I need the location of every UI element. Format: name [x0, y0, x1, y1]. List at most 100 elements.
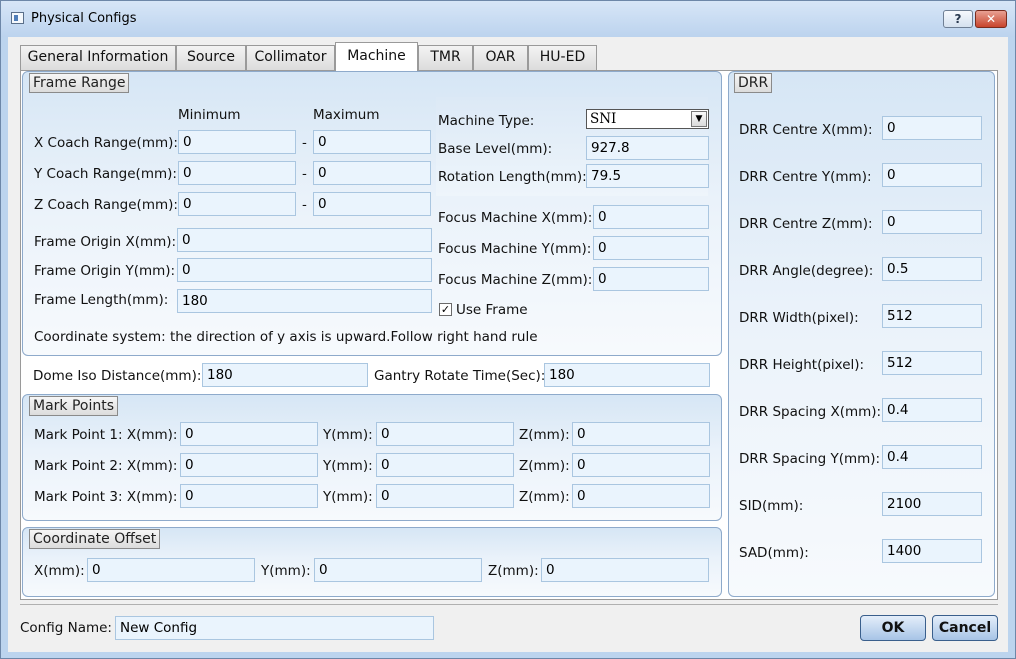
mark-point-3-z-input[interactable]: 0	[572, 484, 710, 508]
machine-type-value: SNI	[590, 111, 617, 127]
footer-divider	[20, 604, 998, 605]
drr-height-label: DRR Height(pixel):	[739, 357, 865, 373]
drr-centre-y-label: DRR Centre Y(mm):	[739, 169, 872, 185]
frame-range-panel: Frame Range Minimum Maximum X Coach Rang…	[22, 71, 722, 356]
tab-machine[interactable]: Machine	[335, 42, 418, 71]
sad-label: SAD(mm):	[739, 545, 809, 561]
x-coach-min-input[interactable]: 0	[178, 130, 296, 154]
offset-y-input[interactable]: 0	[314, 558, 482, 582]
mark-point-1-z-input[interactable]: 0	[572, 422, 710, 446]
mark-point-2-label: Mark Point 2: X(mm):	[34, 458, 178, 474]
drr-centre-z-input[interactable]: 0	[882, 210, 982, 234]
sid-input[interactable]: 2100	[882, 492, 982, 516]
frame-origin-x-input[interactable]: 0	[177, 228, 432, 252]
sad-input[interactable]: 1400	[882, 539, 982, 563]
rotation-length-input[interactable]: 79.5	[586, 164, 709, 188]
close-button[interactable]: ✕	[975, 10, 1007, 28]
mark-point-1-label: Mark Point 1: X(mm):	[34, 427, 178, 443]
chevron-down-icon[interactable]: ▼	[691, 111, 707, 127]
base-level-label: Base Level(mm):	[438, 141, 553, 157]
mark-points-title: Mark Points	[29, 396, 119, 416]
cancel-button[interactable]: Cancel	[932, 615, 998, 641]
base-level-input[interactable]: 927.8	[586, 136, 709, 160]
mark-point-1-y-input[interactable]: 0	[376, 422, 514, 446]
use-frame-checkbox[interactable]: ✓	[439, 303, 452, 316]
dome-iso-distance-label: Dome Iso Distance(mm):	[33, 368, 202, 384]
drr-centre-z-label: DRR Centre Z(mm):	[739, 216, 873, 232]
y-coach-min-input[interactable]: 0	[178, 161, 296, 185]
help-button[interactable]: ?	[943, 10, 973, 28]
mark-point-3-y-label: Y(mm):	[323, 489, 373, 505]
title-bar[interactable]: Physical Configs ? ✕	[1, 1, 1015, 37]
rotation-length-label: Rotation Length(mm):	[438, 169, 587, 185]
drr-spacing-y-input[interactable]: 0.4	[882, 445, 982, 469]
mark-point-1-z-label: Z(mm):	[519, 427, 570, 443]
offset-x-input[interactable]: 0	[87, 558, 255, 582]
focus-machine-y-label: Focus Machine Y(mm):	[438, 241, 592, 257]
frame-length-input[interactable]: 180	[177, 289, 432, 313]
tab-collimator[interactable]: Collimator	[246, 45, 335, 70]
z-coach-min-input[interactable]: 0	[178, 192, 296, 216]
drr-centre-x-label: DRR Centre X(mm):	[739, 122, 873, 138]
drr-spacing-y-label: DRR Spacing Y(mm):	[739, 451, 881, 467]
range-dash: -	[302, 166, 307, 182]
y-coach-max-input[interactable]: 0	[313, 161, 431, 185]
mark-point-1-x-input[interactable]: 0	[180, 422, 318, 446]
window-title: Physical Configs	[31, 11, 137, 26]
offset-x-label: X(mm):	[34, 563, 85, 579]
gantry-rotate-time-input[interactable]: 180	[544, 363, 710, 387]
mark-point-3-x-input[interactable]: 0	[180, 484, 318, 508]
mark-point-2-y-input[interactable]: 0	[376, 453, 514, 477]
frame-origin-y-label: Frame Origin Y(mm):	[34, 263, 176, 279]
drr-centre-x-input[interactable]: 0	[882, 116, 982, 140]
ok-button[interactable]: OK	[860, 615, 926, 641]
x-coach-max-input[interactable]: 0	[313, 130, 431, 154]
gantry-rotate-time-label: Gantry Rotate Time(Sec):	[374, 368, 546, 384]
z-coach-max-input[interactable]: 0	[313, 192, 431, 216]
physical-configs-window: Physical Configs ? ✕ General Information…	[0, 0, 1016, 659]
mark-point-3-y-input[interactable]: 0	[376, 484, 514, 508]
focus-machine-x-label: Focus Machine X(mm):	[438, 210, 593, 226]
offset-z-label: Z(mm):	[488, 563, 539, 579]
drr-angle-label: DRR Angle(degree):	[739, 263, 874, 279]
focus-machine-y-input[interactable]: 0	[593, 236, 709, 260]
tab-oar[interactable]: OAR	[473, 45, 528, 70]
drr-spacing-x-input[interactable]: 0.4	[882, 398, 982, 422]
offset-z-input[interactable]: 0	[541, 558, 709, 582]
config-name-input[interactable]: New Config	[115, 616, 434, 640]
mark-point-3-label: Mark Point 3: X(mm):	[34, 489, 178, 505]
coordinate-note: Coordinate system: the direction of y ax…	[34, 329, 538, 345]
drr-height-input[interactable]: 512	[882, 351, 982, 375]
mark-point-2-z-label: Z(mm):	[519, 458, 570, 474]
frame-origin-y-input[interactable]: 0	[177, 258, 432, 282]
drr-centre-y-input[interactable]: 0	[882, 163, 982, 187]
tab-general-information[interactable]: General Information	[20, 45, 176, 70]
use-frame-label[interactable]: Use Frame	[456, 302, 528, 318]
frame-origin-x-label: Frame Origin X(mm):	[34, 234, 177, 250]
maximum-header: Maximum	[313, 107, 380, 123]
dome-iso-distance-input[interactable]: 180	[202, 363, 368, 387]
mark-point-1-y-label: Y(mm):	[323, 427, 373, 443]
config-name-label: Config Name:	[20, 620, 112, 636]
tab-source[interactable]: Source	[176, 45, 246, 70]
focus-machine-z-input[interactable]: 0	[593, 267, 709, 291]
tab-tmr[interactable]: TMR	[418, 45, 473, 70]
dialog-body: General Information Source Collimator Ma…	[8, 37, 1008, 652]
machine-tab-pane: Frame Range Minimum Maximum X Coach Rang…	[20, 70, 998, 600]
z-coach-range-label: Z Coach Range(mm):	[34, 197, 178, 213]
focus-machine-x-input[interactable]: 0	[593, 205, 709, 229]
drr-panel: DRR DRR Centre X(mm): 0 DRR Centre Y(mm)…	[728, 71, 995, 597]
focus-machine-z-label: Focus Machine Z(mm):	[438, 272, 593, 288]
minimum-header: Minimum	[178, 107, 241, 123]
drr-angle-input[interactable]: 0.5	[882, 257, 982, 281]
machine-type-select[interactable]: SNI ▼	[586, 109, 709, 129]
window-icon	[11, 12, 24, 24]
drr-width-input[interactable]: 512	[882, 304, 982, 328]
frame-range-title: Frame Range	[29, 73, 130, 93]
mark-point-2-x-input[interactable]: 0	[180, 453, 318, 477]
tab-hu-ed[interactable]: HU-ED	[528, 45, 597, 70]
range-dash: -	[302, 197, 307, 213]
range-dash: -	[302, 135, 307, 151]
mark-point-2-z-input[interactable]: 0	[572, 453, 710, 477]
drr-width-label: DRR Width(pixel):	[739, 310, 859, 326]
